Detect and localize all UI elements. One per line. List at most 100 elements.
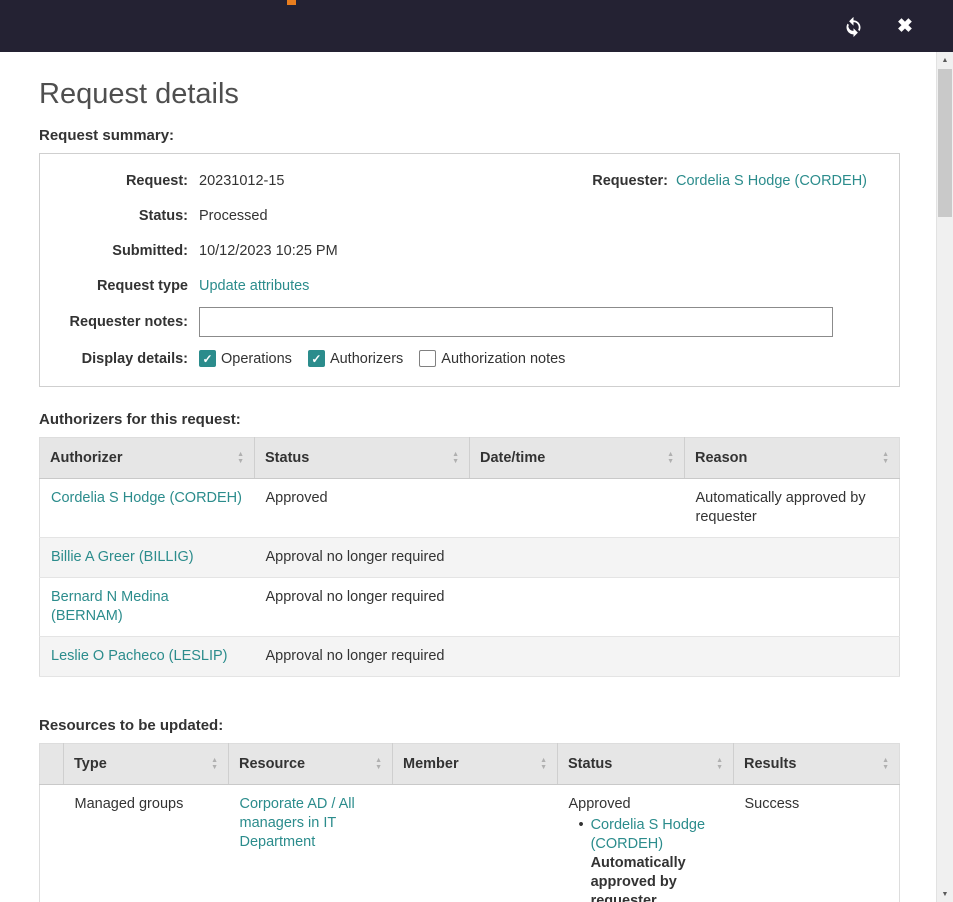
cell-status: Approval no longer required	[255, 637, 470, 677]
requester-label: Requester:	[592, 173, 668, 189]
sort-icon[interactable]: ▲ ▼	[211, 758, 218, 771]
authorizers-section-label: Authorizers for this request:	[39, 411, 900, 428]
scroll-up-button[interactable]: ▲	[937, 52, 953, 68]
column-header-authorizer[interactable]: Authorizer ▲ ▼	[40, 438, 255, 479]
resources-section-label: Resources to be updated:	[39, 717, 900, 734]
column-header-reason[interactable]: Reason ▲ ▼	[685, 438, 900, 479]
dialog-header: ✖	[0, 0, 953, 52]
sort-icon[interactable]: ▲ ▼	[882, 758, 889, 771]
refresh-button[interactable]	[839, 12, 867, 40]
cell-expander	[40, 785, 64, 902]
checkbox-operations[interactable]: ✓ Operations	[199, 350, 292, 367]
column-header-status[interactable]: Status ▲ ▼	[558, 744, 734, 785]
table-row: Leslie O Pacheco (LESLIP) Approval no lo…	[40, 637, 900, 677]
checkbox-authorization-notes[interactable]: ✓ Authorization notes	[419, 350, 565, 367]
sort-icon[interactable]: ▲ ▼	[716, 758, 723, 771]
scrollbar[interactable]: ▲ ▼	[936, 52, 953, 902]
authorizer-link[interactable]: Leslie O Pacheco (LESLIP)	[51, 648, 228, 664]
dialog-content: Request details Request summary: Request…	[0, 52, 936, 902]
summary-section-label: Request summary:	[39, 127, 900, 144]
refresh-icon	[843, 16, 864, 37]
column-header-resource[interactable]: Resource ▲ ▼	[229, 744, 393, 785]
column-label: Reason	[695, 450, 747, 466]
sort-icon[interactable]: ▲ ▼	[452, 452, 459, 465]
checkbox-authorizers-box[interactable]: ✓	[308, 350, 325, 367]
sort-icon[interactable]: ▲ ▼	[237, 452, 244, 465]
close-icon: ✖	[897, 17, 913, 36]
request-type-row: Request type Update attributes	[40, 268, 899, 303]
request-type-label: Request type	[56, 278, 188, 294]
table-row: Bernard N Medina (BERNAM) Approval no lo…	[40, 578, 900, 637]
cell-datetime	[470, 637, 685, 677]
requester-link[interactable]: Cordelia S Hodge (CORDEH)	[676, 173, 867, 189]
checkbox-authorizers[interactable]: ✓ Authorizers	[308, 350, 403, 367]
scrollbar-thumb[interactable]	[938, 69, 952, 217]
scroll-down-icon: ▼	[942, 891, 949, 898]
sort-icon[interactable]: ▲ ▼	[882, 452, 889, 465]
column-label: Resource	[239, 756, 305, 772]
bullet-icon: •	[579, 816, 584, 902]
column-header-results[interactable]: Results ▲ ▼	[734, 744, 900, 785]
scroll-down-button[interactable]: ▼	[937, 886, 953, 902]
column-label: Results	[744, 756, 796, 772]
cell-reason: Automatically approved by requester	[685, 479, 900, 538]
cell-status: Approval no longer required	[255, 578, 470, 637]
status-label: Status:	[56, 208, 188, 224]
request-details-dialog: ✖ Request details Request summary: Reque…	[0, 0, 953, 52]
table-row: Cordelia S Hodge (CORDEH) Approved Autom…	[40, 479, 900, 538]
requester-notes-row: Requester notes:	[40, 303, 899, 341]
column-label: Status	[568, 756, 612, 772]
column-label: Date/time	[480, 450, 545, 466]
requester-notes-input[interactable]	[199, 307, 833, 337]
table-row: Billie A Greer (BILLIG) Approval no long…	[40, 538, 900, 578]
checkbox-authorizers-label: Authorizers	[330, 351, 403, 367]
cell-status: Approved • Cordelia S Hodge (CORDEH) Aut…	[558, 785, 734, 902]
resource-link[interactable]: Corporate AD / All managers in IT Depart…	[240, 796, 355, 850]
sort-icon[interactable]: ▲ ▼	[540, 758, 547, 771]
display-details-checkbox-group: ✓ Operations ✓ Authorizers ✓	[199, 350, 565, 367]
resources-header-row: Type ▲ ▼ Resource ▲ ▼	[40, 744, 900, 785]
scroll-up-icon: ▲	[942, 57, 949, 64]
column-header-expander	[40, 744, 64, 785]
cell-type: Managed groups	[64, 785, 229, 902]
request-type-link[interactable]: Update attributes	[199, 278, 309, 294]
checkbox-authorization-notes-box[interactable]: ✓	[419, 350, 436, 367]
column-header-member[interactable]: Member ▲ ▼	[393, 744, 558, 785]
cell-authorizer: Leslie O Pacheco (LESLIP)	[40, 637, 255, 677]
sort-icon[interactable]: ▲ ▼	[667, 452, 674, 465]
page-title: Request details	[39, 78, 900, 111]
status-value: Processed	[199, 208, 268, 224]
cell-datetime	[470, 578, 685, 637]
cell-reason	[685, 578, 900, 637]
cell-authorizer: Bernard N Medina (BERNAM)	[40, 578, 255, 637]
requester-notes-label: Requester notes:	[56, 314, 188, 330]
request-summary-box: Request: 20231012-15 Requester: Cordelia…	[39, 153, 900, 387]
status-row: Status: Processed	[40, 198, 899, 233]
display-details-label: Display details:	[56, 351, 188, 367]
request-value: 20231012-15	[199, 173, 284, 189]
authorizer-link[interactable]: Billie A Greer (BILLIG)	[51, 549, 194, 565]
resources-table: Type ▲ ▼ Resource ▲ ▼	[39, 743, 900, 902]
checkbox-operations-box[interactable]: ✓	[199, 350, 216, 367]
submitted-value: 10/12/2023 10:25 PM	[199, 243, 338, 259]
cell-results: Success	[734, 785, 900, 902]
column-header-status[interactable]: Status ▲ ▼	[255, 438, 470, 479]
column-label: Status	[265, 450, 309, 466]
column-header-type[interactable]: Type ▲ ▼	[64, 744, 229, 785]
resource-status: Approved	[569, 795, 723, 814]
authorizer-link[interactable]: Bernard N Medina (BERNAM)	[51, 589, 169, 624]
submitted-row: Submitted: 10/12/2023 10:25 PM	[40, 233, 899, 268]
sort-icon[interactable]: ▲ ▼	[375, 758, 382, 771]
cell-datetime	[470, 538, 685, 578]
column-label: Type	[74, 756, 107, 772]
cell-resource: Corporate AD / All managers in IT Depart…	[229, 785, 393, 902]
authorizer-link[interactable]: Cordelia S Hodge (CORDEH)	[51, 490, 242, 506]
check-icon: ✓	[311, 353, 321, 365]
close-button[interactable]: ✖	[891, 12, 919, 40]
authorizers-table: Authorizer ▲ ▼ Status ▲ ▼	[39, 437, 900, 677]
status-authorizer-link[interactable]: Cordelia S Hodge (CORDEH)	[591, 816, 709, 854]
cell-member	[393, 785, 558, 902]
cell-status: Approved	[255, 479, 470, 538]
cell-reason	[685, 637, 900, 677]
column-header-datetime[interactable]: Date/time ▲ ▼	[470, 438, 685, 479]
